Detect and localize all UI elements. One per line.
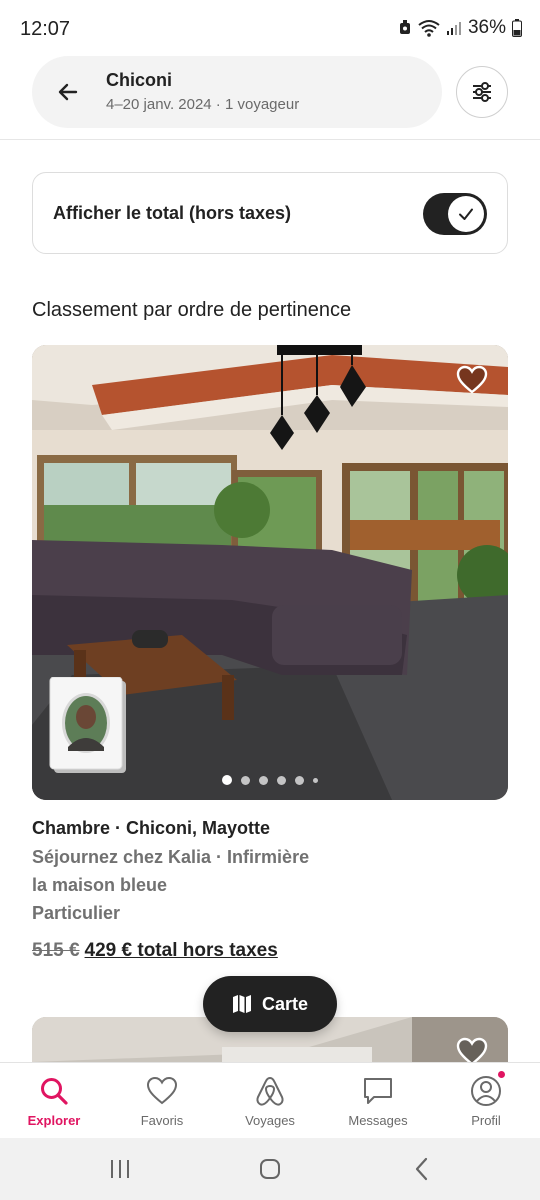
search-icon [38, 1075, 70, 1107]
carousel-dot [313, 777, 318, 783]
check-icon [459, 208, 473, 220]
total-price-toggle-card[interactable]: Afficher le total (hors taxes) [32, 172, 508, 254]
listing-title[interactable]: Chambre · Chiconi, Mayotte [32, 818, 270, 839]
listing-price[interactable]: 515 € 429 € total hors taxes [32, 940, 278, 962]
heart-icon [146, 1075, 178, 1107]
signal-icon [446, 22, 461, 35]
airbnb-logo-icon [254, 1075, 286, 1107]
price-original: 515 € [32, 940, 80, 961]
carousel-dot [241, 775, 250, 785]
listing-photo[interactable] [32, 345, 508, 800]
status-time: 12:07 [20, 18, 71, 40]
nav-label: Favoris [140, 1113, 184, 1128]
bottom-nav: Explorer Favoris Voyages Messages Profil [0, 1062, 540, 1138]
map-icon [232, 995, 251, 1013]
nav-favoris[interactable]: Favoris [108, 1063, 216, 1139]
listing-host-line: Séjournez chez Kalia · Infirmière [32, 847, 310, 867]
carousel-dot [295, 775, 304, 785]
nav-voyages[interactable]: Voyages [216, 1063, 324, 1139]
search-header: Chiconi 4–20 janv. 2024 · 1 voyageur [0, 56, 540, 140]
carousel-dot [259, 775, 268, 785]
system-nav-bar [0, 1138, 540, 1200]
sort-heading: Classement par ordre de pertinence [32, 299, 352, 321]
system-back-icon[interactable] [408, 1157, 436, 1181]
profile-icon [470, 1075, 502, 1107]
photo-carousel-dots [32, 775, 508, 785]
battery-icon [512, 19, 522, 37]
message-icon [362, 1075, 394, 1107]
search-bar[interactable]: Chiconi 4–20 janv. 2024 · 1 voyageur [32, 56, 442, 128]
total-toggle-label: Afficher le total (hors taxes) [53, 203, 292, 223]
back-arrow-icon[interactable] [54, 78, 82, 106]
carousel-dot [277, 775, 286, 785]
nav-label: Profil [471, 1113, 501, 1128]
nav-label: Voyages [245, 1113, 295, 1128]
price-total: 429 € total hors taxes [84, 940, 278, 961]
notification-dot [496, 1069, 507, 1080]
nav-label: Messages [348, 1113, 408, 1128]
listing-name: la maison bleue [32, 875, 168, 895]
nav-label: Explorer [27, 1113, 81, 1128]
filter-sliders-icon [473, 82, 491, 102]
status-bar: 12:07 36% [0, 0, 540, 56]
map-button[interactable]: Carte [203, 976, 337, 1032]
host-avatar [49, 677, 126, 773]
map-button-label: Carte [261, 993, 309, 1014]
total-toggle-switch[interactable] [423, 193, 487, 235]
search-location: Chiconi [106, 70, 172, 90]
home-icon[interactable] [256, 1157, 284, 1181]
wifi-icon [418, 20, 440, 37]
filters-button[interactable] [456, 66, 508, 118]
favorite-heart-icon[interactable] [456, 365, 488, 395]
nav-messages[interactable]: Messages [324, 1063, 432, 1139]
nav-profil[interactable]: Profil [432, 1063, 540, 1139]
carousel-dot [222, 775, 232, 785]
listing-host-type: Particulier [32, 903, 121, 923]
toggle-knob [448, 196, 484, 232]
search-details: 4–20 janv. 2024 · 1 voyageur [106, 96, 300, 113]
nav-explorer[interactable]: Explorer [0, 1063, 108, 1139]
alarm-icon [399, 20, 410, 34]
recent-apps-icon[interactable] [106, 1157, 134, 1181]
status-icons: 36% [398, 17, 522, 39]
battery-percent: 36% [467, 17, 506, 38]
